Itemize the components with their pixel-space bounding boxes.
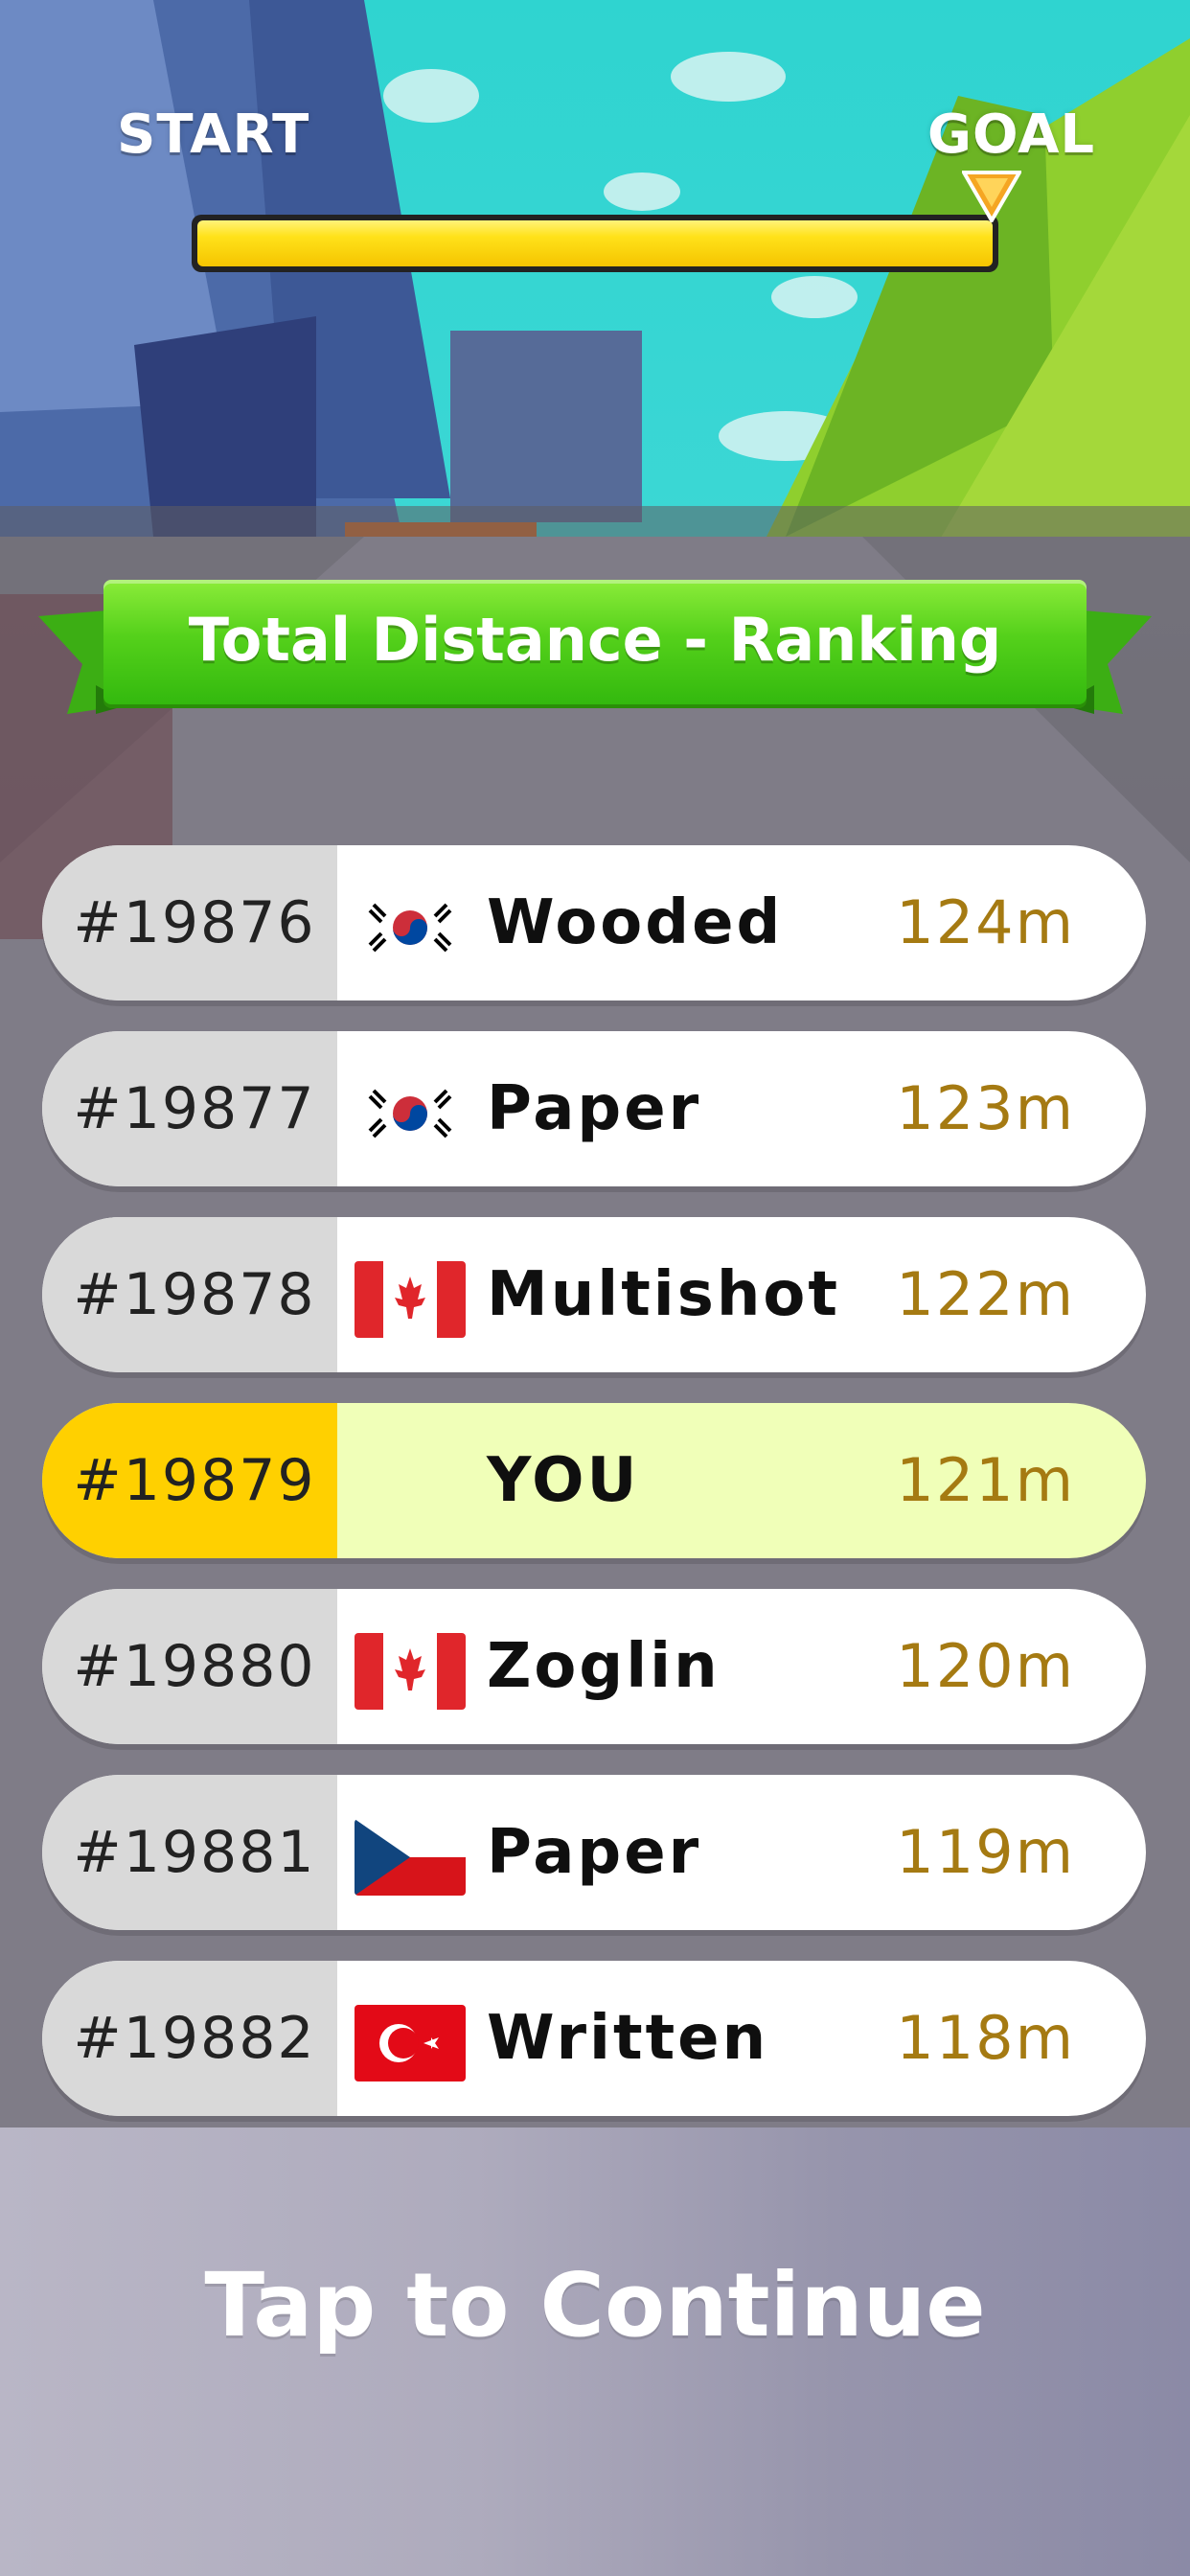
rank-number: #19880 xyxy=(42,1589,337,1744)
rank-number: #19881 xyxy=(42,1775,337,1930)
banner-body: Total Distance - Ranking xyxy=(103,580,1087,704)
canada-flag-icon xyxy=(355,1633,466,1710)
goal-label: GOAL xyxy=(927,104,1096,166)
rank-row: #19878 Multishot 122m xyxy=(42,1217,1146,1372)
distance-value: 123m xyxy=(896,1073,1075,1143)
rank-number: #19879 xyxy=(42,1403,337,1558)
player-name: Paper xyxy=(487,1073,702,1144)
south-korea-flag-icon xyxy=(355,1075,466,1152)
player-name: Paper xyxy=(487,1817,702,1888)
player-name: YOU xyxy=(487,1445,640,1516)
goal-marker-icon xyxy=(962,171,1021,222)
player-name: Multishot xyxy=(487,1259,840,1330)
rank-row: #19880 Zoglin 120m xyxy=(42,1589,1146,1744)
player-name: Wooded xyxy=(487,887,784,958)
south-korea-flag-icon xyxy=(355,889,466,966)
distance-value: 122m xyxy=(896,1259,1075,1329)
rank-row: #19882 Written 118m xyxy=(42,1961,1146,2116)
progress-bar-fill xyxy=(197,220,993,266)
ranking-list: #19876 Wooded 124m #19877 Paper 123m #19878 Mul… xyxy=(42,845,1146,2147)
tap-to-continue-button[interactable]: Tap to Continue xyxy=(0,2254,1190,2357)
distance-value: 124m xyxy=(896,887,1075,957)
start-label: START xyxy=(117,104,310,166)
player-rank-row: #19879 YOU 121m xyxy=(42,1403,1146,1558)
distance-value: 119m xyxy=(896,1817,1075,1887)
rank-row: #19877 Paper 123m xyxy=(42,1031,1146,1186)
ranking-banner: Total Distance - Ranking xyxy=(38,580,1152,724)
rank-number: #19882 xyxy=(42,1961,337,2116)
rank-row: #19876 Wooded 124m xyxy=(42,845,1146,1000)
turkey-flag-icon xyxy=(355,2005,466,2082)
progress-bar xyxy=(192,215,998,272)
rank-number: #19877 xyxy=(42,1031,337,1186)
distance-value: 118m xyxy=(896,2003,1075,2073)
canada-flag-icon xyxy=(355,1261,466,1338)
distance-value: 121m xyxy=(896,1445,1075,1515)
rank-number: #19878 xyxy=(42,1217,337,1372)
player-name: Zoglin xyxy=(487,1631,721,1702)
player-name: Written xyxy=(487,2003,769,2074)
czech-flag-icon xyxy=(355,1819,466,1896)
rank-row: #19881 Paper 119m xyxy=(42,1775,1146,1930)
rank-number: #19876 xyxy=(42,845,337,1000)
distance-value: 120m xyxy=(896,1631,1075,1701)
banner-title: Total Distance - Ranking xyxy=(188,605,1002,675)
